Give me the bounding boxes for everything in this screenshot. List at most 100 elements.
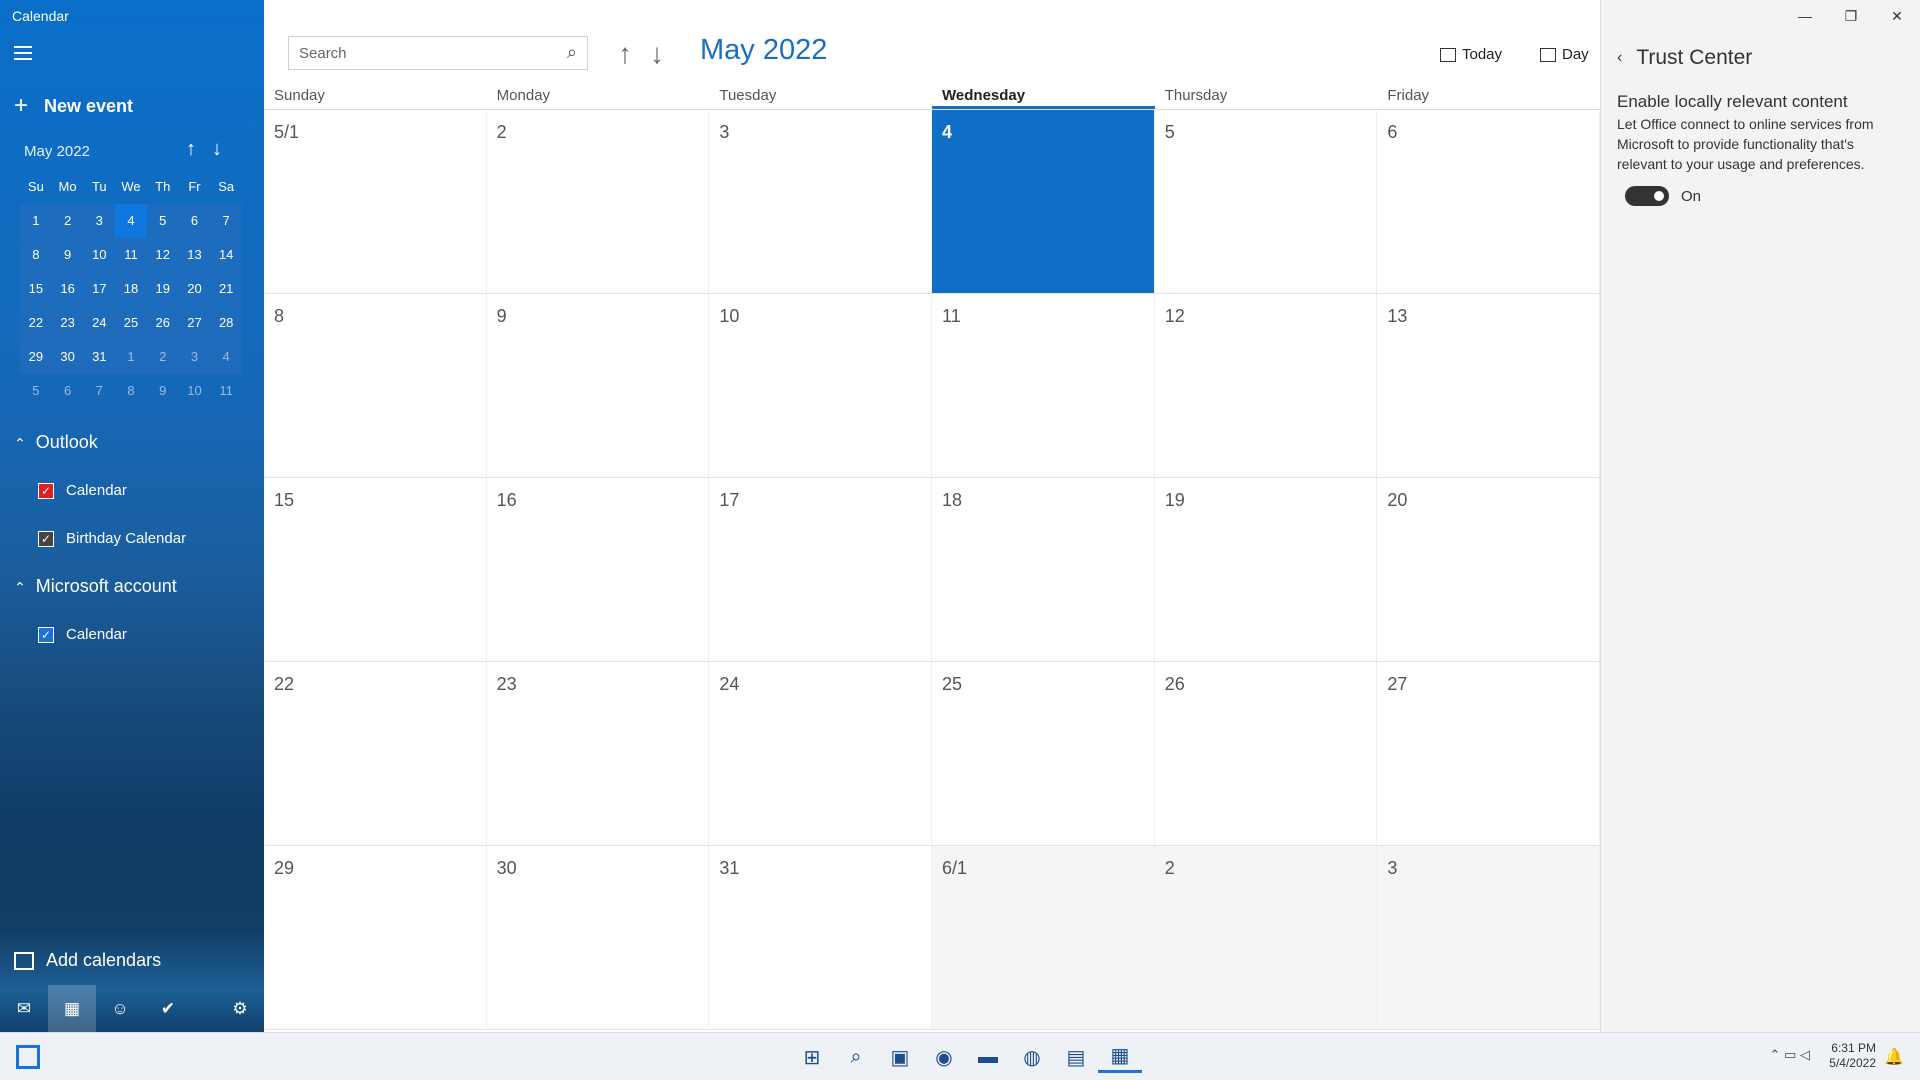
- day-view-button[interactable]: Day: [1540, 46, 1589, 63]
- mini-day[interactable]: 9: [52, 238, 84, 272]
- mini-day[interactable]: 1: [20, 204, 52, 238]
- network-icon[interactable]: ▭: [1784, 1047, 1796, 1062]
- notification-bell-icon[interactable]: 🔔: [1884, 1047, 1904, 1067]
- add-calendars-button[interactable]: Add calendars: [14, 950, 161, 971]
- new-event-button[interactable]: + New event: [14, 92, 133, 120]
- arrow-down-icon[interactable]: ↓: [212, 138, 222, 160]
- mini-day-other-month[interactable]: 10: [179, 374, 211, 408]
- mini-day[interactable]: 7: [210, 204, 242, 238]
- day-cell[interactable]: 26: [1155, 662, 1378, 845]
- month-title[interactable]: May 2022: [700, 34, 827, 67]
- mini-day[interactable]: 31: [83, 340, 115, 374]
- mini-day[interactable]: 27: [179, 306, 211, 340]
- mini-day[interactable]: 28: [210, 306, 242, 340]
- day-cell[interactable]: 19: [1155, 478, 1378, 661]
- day-cell[interactable]: 9: [487, 294, 710, 477]
- checkbox-checked-icon[interactable]: ✓: [38, 530, 54, 547]
- mini-day-other-month[interactable]: 2: [147, 340, 179, 374]
- clock[interactable]: 6:31 PM 5/4/2022: [1829, 1041, 1876, 1071]
- day-cell[interactable]: 17: [709, 478, 933, 661]
- mini-day[interactable]: 17: [83, 272, 115, 306]
- day-cell[interactable]: 2: [487, 110, 710, 293]
- mini-calendar-month[interactable]: May 2022: [24, 143, 90, 160]
- locally-relevant-content-toggle[interactable]: [1625, 186, 1669, 206]
- day-cell[interactable]: 5/1: [264, 110, 487, 293]
- day-cell-other-month[interactable]: 2: [1154, 846, 1378, 1029]
- mini-day[interactable]: 23: [52, 306, 84, 340]
- mini-day[interactable]: 12: [147, 238, 179, 272]
- mini-day[interactable]: 2: [52, 204, 84, 238]
- calendar-app-icon[interactable]: ▦: [1098, 1041, 1142, 1073]
- day-cell[interactable]: 6: [1377, 110, 1601, 293]
- back-arrow-icon[interactable]: ‹: [1617, 49, 1622, 67]
- store-icon[interactable]: ▤: [1054, 1041, 1098, 1073]
- mini-day[interactable]: 14: [210, 238, 242, 272]
- mini-day[interactable]: 22: [20, 306, 52, 340]
- mini-day-other-month[interactable]: 6: [52, 374, 84, 408]
- outlook-section-toggle[interactable]: ⌄ Outlook: [14, 432, 98, 453]
- arrow-up-icon[interactable]: ↑: [618, 38, 632, 69]
- mini-day-other-month[interactable]: 4: [210, 340, 242, 374]
- teams-chat-icon[interactable]: ◉: [922, 1041, 966, 1073]
- mini-day-other-month[interactable]: 5: [20, 374, 52, 408]
- mini-day[interactable]: 21: [210, 272, 242, 306]
- mini-day[interactable]: 26: [147, 306, 179, 340]
- day-cell[interactable]: 11: [932, 294, 1155, 477]
- file-explorer-icon[interactable]: ▬: [966, 1041, 1010, 1073]
- mini-day[interactable]: 3: [83, 204, 115, 238]
- mini-day-other-month[interactable]: 1: [115, 340, 147, 374]
- todo-icon[interactable]: ✔: [144, 985, 192, 1032]
- search-input[interactable]: Search ⌕: [288, 36, 588, 70]
- day-cell[interactable]: 23: [487, 662, 710, 845]
- day-cell[interactable]: 18: [932, 478, 1155, 661]
- day-cell[interactable]: 27: [1377, 662, 1601, 845]
- microsoft-account-section-toggle[interactable]: ⌄ Microsoft account: [14, 576, 177, 597]
- day-cell[interactable]: 30: [487, 846, 710, 1029]
- mini-day[interactable]: 29: [20, 340, 52, 374]
- arrow-down-icon[interactable]: ↓: [650, 38, 664, 69]
- mini-day[interactable]: 6: [179, 204, 211, 238]
- volume-icon[interactable]: ◁: [1800, 1047, 1810, 1062]
- mini-day[interactable]: 16: [52, 272, 84, 306]
- windows-start-icon[interactable]: ⊞: [790, 1041, 834, 1073]
- mail-icon[interactable]: ✉: [0, 985, 48, 1032]
- day-cell[interactable]: 22: [264, 662, 487, 845]
- day-cell[interactable]: 13: [1377, 294, 1601, 477]
- day-cell-other-month[interactable]: 6/1: [932, 846, 1155, 1029]
- day-cell[interactable]: 12: [1155, 294, 1378, 477]
- mini-day[interactable]: 13: [179, 238, 211, 272]
- close-icon[interactable]: ✕: [1874, 0, 1920, 32]
- chevron-up-icon[interactable]: ⌃: [1770, 1047, 1781, 1062]
- gear-icon[interactable]: ⚙: [216, 985, 264, 1032]
- day-cell[interactable]: 25: [932, 662, 1155, 845]
- widgets-icon[interactable]: [16, 1045, 40, 1069]
- arrow-up-icon[interactable]: ↑: [186, 138, 196, 160]
- mini-day[interactable]: 10: [83, 238, 115, 272]
- task-view-icon[interactable]: ▣: [878, 1041, 922, 1073]
- calendar-item-microsoft[interactable]: ✓ Calendar: [38, 626, 127, 643]
- day-cell[interactable]: 20: [1377, 478, 1601, 661]
- mini-day[interactable]: 18: [115, 272, 147, 306]
- checkbox-checked-icon[interactable]: ✓: [38, 626, 54, 643]
- mini-day[interactable]: 19: [147, 272, 179, 306]
- day-cell[interactable]: 29: [264, 846, 487, 1029]
- day-cell-today[interactable]: 4: [932, 110, 1155, 293]
- day-cell[interactable]: 3: [709, 110, 933, 293]
- day-cell[interactable]: 5: [1155, 110, 1378, 293]
- mini-day[interactable]: 25: [115, 306, 147, 340]
- day-cell[interactable]: 10: [709, 294, 933, 477]
- mini-day-other-month[interactable]: 8: [115, 374, 147, 408]
- calendar-item-outlook[interactable]: ✓ Calendar: [38, 482, 127, 499]
- minimize-icon[interactable]: —: [1782, 0, 1828, 32]
- people-icon[interactable]: ☺: [96, 985, 144, 1032]
- checkbox-checked-icon[interactable]: ✓: [38, 482, 54, 499]
- day-cell[interactable]: 24: [709, 662, 933, 845]
- mini-day[interactable]: 24: [83, 306, 115, 340]
- search-icon[interactable]: ⌕: [567, 42, 577, 63]
- mini-day[interactable]: 8: [20, 238, 52, 272]
- mini-day[interactable]: 11: [115, 238, 147, 272]
- day-cell[interactable]: 15: [264, 478, 487, 661]
- hamburger-menu-icon[interactable]: [14, 46, 32, 60]
- mini-day[interactable]: 20: [179, 272, 211, 306]
- day-cell[interactable]: 8: [264, 294, 487, 477]
